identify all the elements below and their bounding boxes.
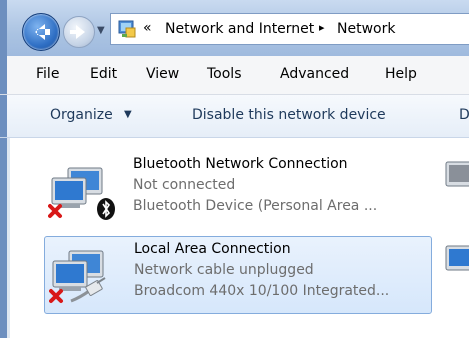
disable-network-device-button[interactable]: Disable this network device [192,107,386,123]
connection-name: Bluetooth Network Connection [133,156,348,172]
menu-view[interactable]: View [146,66,179,82]
network-computer-icon-partial[interactable] [444,158,469,198]
navigation-pane-edge [7,138,10,338]
red-x-icon [48,204,62,218]
organize-dropdown-icon[interactable]: ▼ [124,109,132,120]
bluetooth-icon [97,198,115,220]
connections-list: Bluetooth Network Connection Not connect… [0,138,469,338]
connection-name: Local Area Connection [134,241,291,257]
command-bar: Organize ▼ Disable this network device D [0,95,469,138]
network-computer-icon-partial[interactable] [444,242,469,282]
connection-status: Network cable unplugged [134,262,314,278]
red-x-icon [49,289,63,303]
address-bar[interactable]: « Network and Internet ▸ Network [110,13,469,45]
menu-edit[interactable]: Edit [90,66,117,82]
back-button[interactable] [22,13,60,51]
window-frame-left [0,138,7,338]
network-computers-icon [48,167,115,220]
menu-tools[interactable]: Tools [207,66,242,82]
window-frame-left [0,56,7,94]
connection-status: Not connected [133,177,236,193]
menu-advanced[interactable]: Advanced [280,66,349,82]
organize-button[interactable]: Organize [50,107,113,123]
connection-device: Bluetooth Device (Personal Area ... [133,198,378,214]
window-frame-left [0,0,7,56]
control-panel-icon [118,20,136,38]
connection-item-local-area[interactable]: Local Area Connection Network cable unpl… [44,236,432,314]
menu-help[interactable]: Help [385,66,417,82]
back-arrow-icon [35,24,50,40]
connection-device: Broadcom 440x 10/100 Integrated... [134,283,390,299]
network-computers-icon [49,250,106,303]
breadcrumb-network-and-internet[interactable]: Network and Internet [165,21,314,37]
navigation-bar: ▼ « Network and Internet ▸ Network [0,0,469,56]
forward-button[interactable] [63,16,95,48]
toolbar-overflow-button[interactable]: D [459,107,469,123]
window-frame-left [0,95,7,137]
connection-item-bluetooth[interactable]: Bluetooth Network Connection Not connect… [44,152,432,230]
menu-file[interactable]: File [36,66,59,82]
recent-pages-dropdown-icon[interactable]: ▼ [97,26,107,36]
forward-arrow-icon [70,25,85,39]
breadcrumb-network[interactable]: Network [337,21,395,37]
menu-bar: File Edit View Tools Advanced Help [0,56,469,95]
address-overflow-chevron[interactable]: « [143,20,152,36]
breadcrumb-separator-icon[interactable]: ▸ [319,21,325,34]
